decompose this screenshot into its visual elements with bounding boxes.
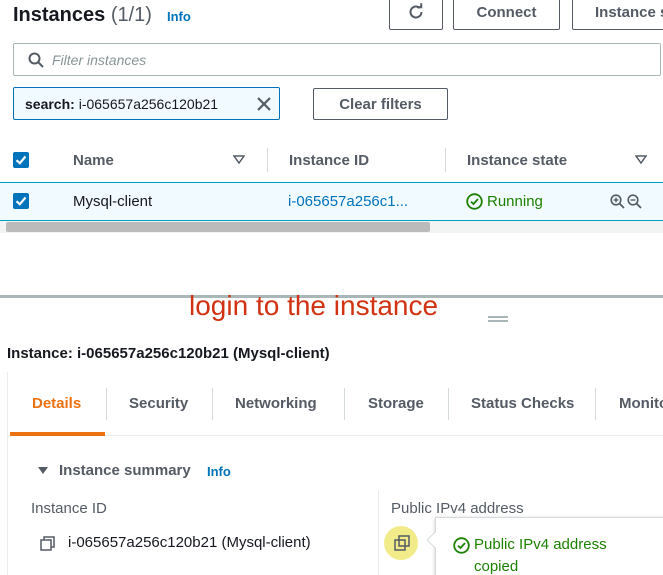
copied-tooltip: Public IPv4 address copied — [426, 517, 663, 575]
annotation-text: login to the instance — [189, 290, 439, 321]
public-ipv4-label: Public IPv4 address — [391, 500, 524, 517]
scrollbar-thumb[interactable] — [6, 222, 430, 232]
zoom-in-icon[interactable] — [610, 194, 625, 209]
refresh-icon — [409, 3, 423, 19]
instance-details-title: Instance: i-065657a256c120b21 (Mysql-cli… — [7, 345, 330, 362]
search-placeholder: Filter instances — [52, 52, 147, 68]
tab-separator — [106, 388, 107, 420]
page-title: Instances (1/1) — [13, 4, 152, 27]
summary-info-link[interactable]: Info — [207, 464, 231, 479]
instance-summary-heading[interactable]: Instance summary — [59, 462, 191, 479]
column-header-instance-state[interactable]: Instance state — [467, 152, 567, 169]
row-instance-id-link[interactable]: i-065657a256c1... — [288, 193, 408, 210]
tab-separator — [344, 388, 345, 420]
tab-networking[interactable]: Networking — [235, 395, 317, 412]
tab-security[interactable]: Security — [129, 395, 188, 412]
table-empty-area — [0, 233, 663, 295]
search-input[interactable]: Filter instances — [13, 43, 661, 76]
close-icon[interactable] — [254, 94, 274, 114]
column-divider — [378, 490, 379, 575]
check-icon — [15, 196, 27, 206]
active-tab-indicator — [10, 432, 105, 436]
column-separator — [267, 148, 268, 172]
copy-icon[interactable] — [40, 536, 55, 551]
tab-separator — [448, 388, 449, 420]
instance-id-label: Instance ID — [31, 500, 107, 517]
tab-storage[interactable]: Storage — [368, 395, 424, 412]
drag-handle-icon[interactable] — [488, 316, 508, 322]
filter-token-value: i-065657a256c120b21 — [78, 96, 219, 112]
check-circle-icon — [453, 537, 470, 554]
row-checkbox[interactable] — [13, 193, 29, 209]
title-text: Instances — [13, 4, 106, 26]
filter-token-text: search: i-065657a256c120b21 — [25, 96, 218, 112]
filter-caret-icon[interactable] — [233, 155, 245, 165]
connect-button[interactable]: Connect — [453, 0, 560, 30]
instance-id-value: i-065657a256c120b21 (Mysql-client) — [68, 534, 311, 551]
check-circle-icon — [466, 193, 483, 210]
filter-caret-icon[interactable] — [635, 155, 647, 165]
zoom-out-icon[interactable] — [627, 194, 642, 209]
tab-details[interactable]: Details — [32, 395, 81, 412]
column-separator — [445, 148, 446, 172]
instance-state-button[interactable]: Instance s — [572, 0, 663, 30]
row-state-running: Running — [487, 193, 543, 210]
instance-count: (1/1) — [110, 4, 152, 26]
clear-filters-button[interactable]: Clear filters — [313, 88, 448, 120]
filter-token: search: i-065657a256c120b21 — [13, 87, 280, 120]
row-name: Mysql-client — [73, 193, 153, 210]
search-icon — [28, 52, 44, 68]
copied-tooltip-text: Public IPv4 address copied — [474, 536, 607, 575]
refresh-button[interactable] — [389, 0, 443, 30]
tab-status-checks[interactable]: Status Checks — [471, 395, 574, 412]
column-header-name[interactable]: Name — [73, 152, 114, 169]
column-header-instance-id[interactable]: Instance ID — [289, 152, 369, 169]
tab-separator — [212, 388, 213, 420]
copy-icon[interactable] — [394, 535, 410, 551]
tab-separator — [595, 388, 596, 420]
caret-down-icon[interactable] — [37, 466, 49, 476]
header-info-link[interactable]: Info — [167, 9, 191, 24]
tab-monitoring[interactable]: Monito — [619, 395, 663, 412]
filter-token-key: search: — [25, 96, 75, 112]
check-icon — [15, 155, 27, 165]
select-all-checkbox[interactable] — [13, 152, 29, 168]
